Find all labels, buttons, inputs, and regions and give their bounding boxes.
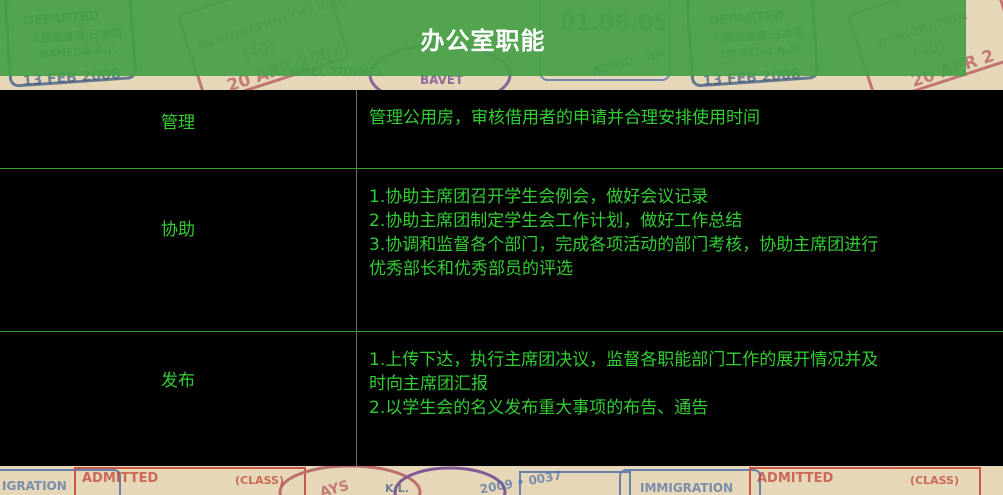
duty-description-line: 2.以学生会的名义发布重大事项的布告、通告 (369, 398, 709, 418)
duty-description-line: 管理公用房，审核借用者的申请并合理安排使用时间 (369, 108, 760, 128)
page-root: DEPARTED 入国審査官·日本国 HANEDA A.P. 13 FEB 20… (0, 0, 1003, 495)
title-bar: 办公室职能 (0, 0, 966, 76)
duty-name-cell: 管理 (161, 113, 195, 133)
duty-description-line: 1.协助主席团召开学生会例会，做好会议记录 (369, 187, 709, 207)
svg-text:(CLASS): (CLASS) (910, 474, 959, 487)
svg-text:IGRATION: IGRATION (2, 479, 67, 493)
table-row-assist: 协助 1.协助主席团召开学生会例会，做好会议记录 2.协助主席团制定学生会工作计… (0, 169, 1003, 332)
duty-name-cell: 协助 (161, 220, 195, 240)
duty-description-line: 时向主席团汇报 (369, 374, 488, 394)
duty-description-line: 3.协调和监督各个部门，完成各项活动的部门考核，协助主席团进行 (369, 235, 879, 255)
svg-text:(CLASS): (CLASS) (235, 474, 284, 487)
table-row-publish: 发布 1.上传下达，执行主席团决议，监督各职能部门工作的展开情况并及 时向主席团… (0, 332, 1003, 466)
svg-text:ADMITTED: ADMITTED (82, 471, 159, 486)
duty-description-cell: 1.上传下达，执行主席团决议，监督各职能部门工作的展开情况并及 时向主席团汇报 … (369, 348, 1003, 420)
duty-description-line: 1.上传下达，执行主席团决议，监督各职能部门工作的展开情况并及 (369, 350, 879, 370)
svg-text:ADMITTED: ADMITTED (757, 471, 834, 486)
duty-description-cell: 1.协助主席团召开学生会例会，做好会议记录 2.协助主席团制定学生会工作计划，做… (369, 185, 1003, 281)
svg-text:K.L.: K.L. (385, 482, 409, 495)
duty-description-line: 优秀部长和优秀部员的评选 (369, 259, 573, 279)
column-divider (356, 90, 357, 466)
page-title: 办公室职能 (420, 26, 546, 55)
duty-description-line: 2.协助主席团制定学生会工作计划，做好工作总结 (369, 211, 743, 231)
duty-name-cell: 发布 (161, 371, 195, 391)
svg-text:IMMIGRATION: IMMIGRATION (640, 481, 733, 495)
duty-description-cell: 管理公用房，审核借用者的申请并合理安排使用时间 (369, 106, 1003, 130)
duties-table: 管理 管理公用房，审核借用者的申请并合理安排使用时间 协助 1.协助主席团召开学… (0, 90, 1003, 466)
table-row-manage: 管理 管理公用房，审核借用者的申请并合理安排使用时间 (0, 90, 1003, 169)
